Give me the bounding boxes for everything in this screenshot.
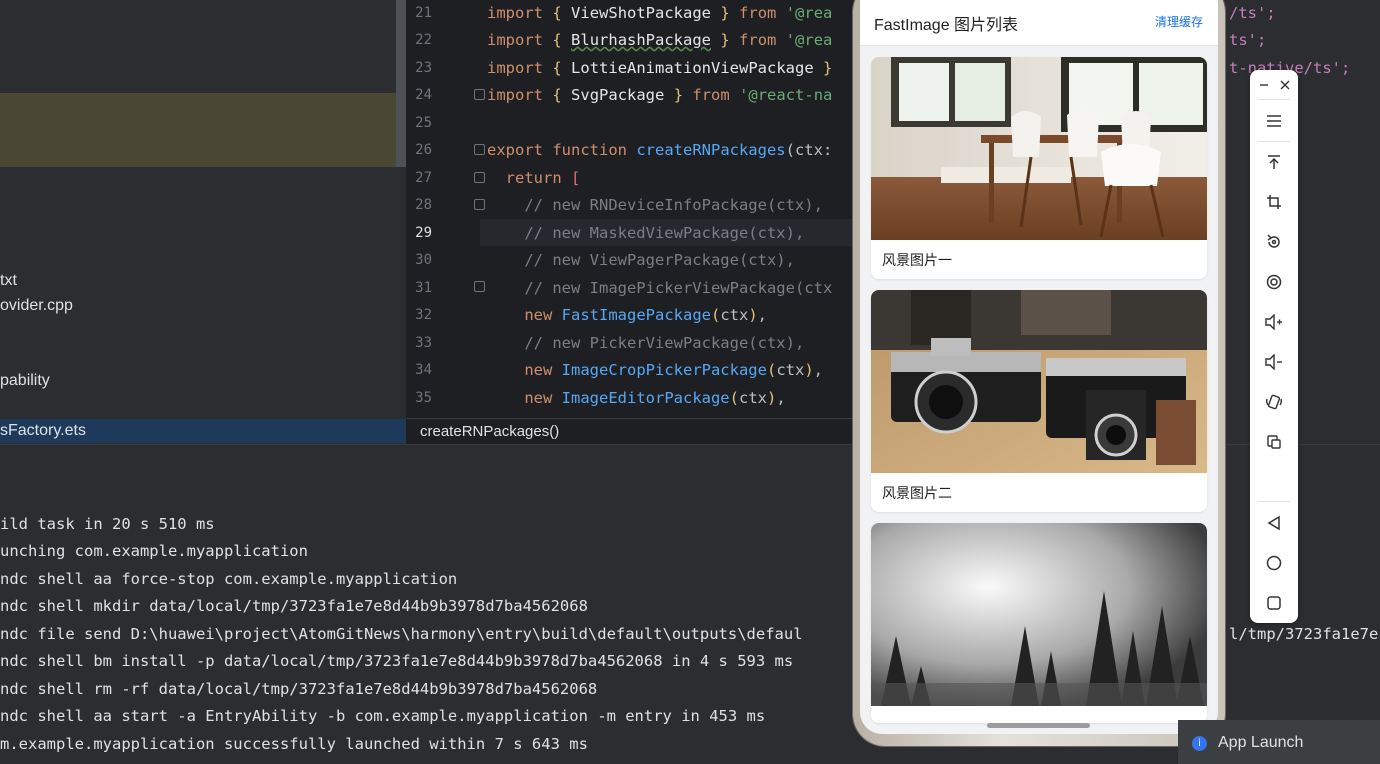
console-line: ndc shell aa start -a EntryAbility -b co…	[0, 707, 766, 725]
code-line: new ImageEditorPackage(ctx),	[524, 389, 786, 407]
console-line: ild task in 20 s 510 ms	[0, 515, 215, 533]
info-icon: i	[1192, 736, 1207, 751]
toolbar-divider	[1258, 141, 1290, 142]
recents-icon[interactable]	[1262, 591, 1286, 615]
app-title: FastImage 图片列表	[874, 17, 1019, 34]
tree-item[interactable]: txt	[0, 272, 17, 290]
clear-cache-button[interactable]: 清理缓存	[1155, 13, 1203, 30]
line-number[interactable]: 34	[406, 362, 432, 378]
code-line: // new ViewPagerPackage(ctx),	[524, 251, 795, 269]
crop-icon[interactable]	[1262, 190, 1286, 214]
line-number[interactable]: 24	[406, 87, 432, 103]
fold-marker[interactable]	[474, 144, 485, 155]
line-number[interactable]: 29	[406, 225, 432, 241]
code-line: // new RNDeviceInfoPackage(ctx),	[524, 196, 823, 214]
home-icon[interactable]	[1262, 551, 1286, 575]
pin-top-icon[interactable]	[1262, 150, 1286, 174]
console-line: ndc file send D:\huawei\project\AtomGitN…	[0, 625, 803, 643]
app-header: FastImage 图片列表 清理缓存	[860, 0, 1218, 46]
shake-icon[interactable]	[1262, 390, 1286, 414]
rotate-icon[interactable]	[1262, 230, 1286, 254]
camera-shape	[891, 338, 1041, 434]
line-number[interactable]: 31	[406, 280, 432, 296]
line-number[interactable]: 23	[406, 60, 432, 76]
toolbar-divider	[1258, 99, 1290, 100]
line-number[interactable]: 35	[406, 390, 432, 406]
line-number[interactable]: 30	[406, 252, 432, 268]
volume-up-icon[interactable]	[1262, 310, 1286, 334]
code-fragment: ts';	[1229, 31, 1267, 49]
image-card[interactable]: 风景图片二	[871, 290, 1207, 512]
code-line: import { ViewShotPackage } from '@rea	[487, 4, 833, 22]
line-number[interactable]: 27	[406, 170, 432, 186]
card-caption: 风景图片二	[882, 485, 952, 501]
code-line: import { LottieAnimationViewPackage }	[487, 59, 833, 77]
line-number[interactable]: 28	[406, 197, 432, 213]
code-line: new FastImagePackage(ctx),	[524, 306, 768, 324]
notification-label: App Launch	[1218, 734, 1304, 751]
console-line: ndc shell rm -rf data/local/tmp/3723fa1e…	[0, 680, 598, 698]
dining-chairs-photo	[871, 57, 1207, 240]
tree-scrollbar[interactable]	[396, 0, 406, 167]
phone-screen[interactable]: FastImage 图片列表 清理缓存 风景图片一 风景图片二	[860, 0, 1218, 734]
console-line: m.example.myapplication successfully lau…	[0, 735, 588, 753]
fold-marker[interactable]	[474, 281, 485, 292]
code-line: return [	[505, 169, 581, 187]
image-card[interactable]	[871, 523, 1207, 723]
line-number[interactable]: 25	[406, 115, 432, 131]
fold-marker[interactable]	[474, 199, 485, 210]
code-line: export function createRNPackages(ctx:	[487, 141, 833, 159]
code-editor[interactable]: 21 22 23 24 25 26 27 28 29 30 31 32 33 34 35 import { …	[406, 0, 856, 418]
code-line: import { BlurhashPackage } from '@rea	[487, 31, 833, 49]
editor-breadcrumb[interactable]: createRNPackages()	[406, 418, 856, 444]
console-line: ndc shell aa force-stop com.example.myap…	[0, 570, 458, 588]
console-line: unching com.example.myapplication	[0, 542, 308, 560]
selected-tree-item[interactable]: sFactory.ets	[0, 419, 406, 443]
tree-item[interactable]: ovider.cpp	[0, 297, 73, 315]
code-line: // new PickerViewPackage(ctx),	[524, 334, 805, 352]
screen-record-icon[interactable]	[1262, 270, 1286, 294]
line-number[interactable]: 21	[406, 5, 432, 21]
home-indicator[interactable]	[987, 723, 1090, 728]
line-number[interactable]: 22	[406, 32, 432, 48]
close-icon[interactable]	[1273, 73, 1297, 97]
emulator-toolbar	[1250, 70, 1298, 623]
line-number[interactable]: 33	[406, 335, 432, 351]
vintage-cameras-photo	[871, 290, 1207, 473]
tree-item[interactable]: pability	[0, 372, 50, 390]
card-caption: 风景图片一	[882, 252, 952, 268]
tree-highlight	[0, 93, 396, 167]
console-line: ndc shell mkdir data/local/tmp/3723fa1e7…	[0, 597, 588, 615]
fold-marker[interactable]	[474, 89, 485, 100]
code-line: import { SvgPackage } from '@react-na	[487, 86, 833, 104]
toolbar-divider	[1258, 501, 1290, 502]
image-card[interactable]: 风景图片一	[871, 57, 1207, 279]
code-line: // new ImagePickerViewPackage(ctx	[524, 279, 833, 297]
volume-down-icon[interactable]	[1262, 350, 1286, 374]
menu-icon[interactable]	[1262, 109, 1286, 133]
back-icon[interactable]	[1262, 511, 1286, 535]
project-tree-panel: txt ovider.cpp pability sFactory.ets	[0, 0, 406, 443]
line-number[interactable]: 32	[406, 307, 432, 323]
fold-marker[interactable]	[474, 172, 485, 183]
code-line: // new MaskedViewPackage(ctx),	[524, 224, 805, 242]
console-line-tail: l/tmp/3723fa1e7e	[1229, 625, 1379, 643]
code-fragment: /ts';	[1229, 4, 1276, 22]
foggy-forest-photo	[871, 523, 1207, 706]
app-launch-notification[interactable]: i App Launch	[1178, 720, 1380, 764]
console-line: ndc shell bm install -p data/local/tmp/3…	[0, 652, 794, 670]
code-line: new ImageCropPickerPackage(ctx),	[524, 361, 824, 379]
copy-screen-icon[interactable]	[1262, 430, 1286, 454]
line-number[interactable]: 26	[406, 142, 432, 158]
selected-file-label: sFactory.ets	[0, 422, 86, 439]
